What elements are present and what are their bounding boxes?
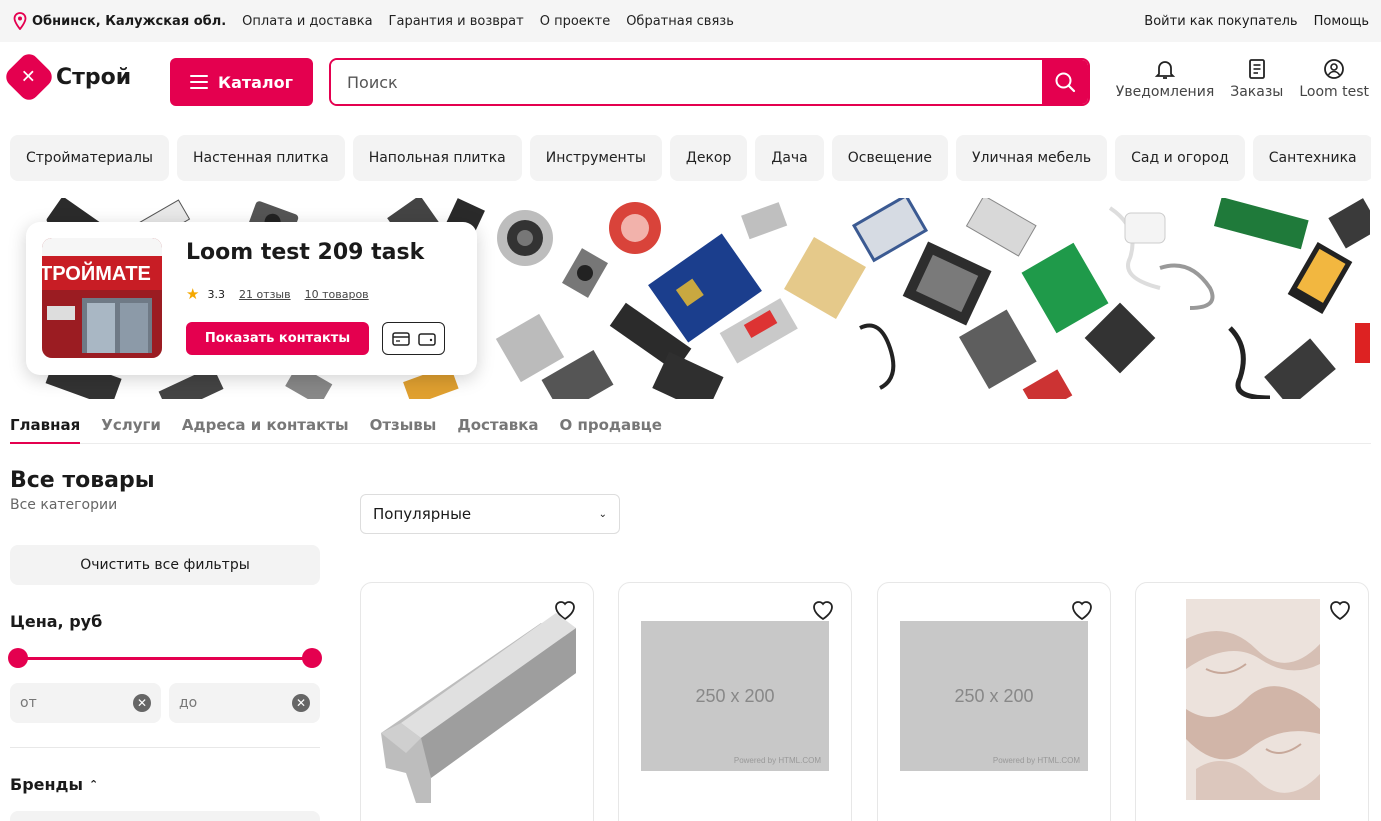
menu-icon xyxy=(189,75,208,89)
placeholder-image: 250 x 200 Powered by HTML.COM xyxy=(641,621,829,771)
store-meta: ★ 3.3 21 отзыв 10 товаров xyxy=(186,285,369,303)
category-chip[interactable]: Сантехника xyxy=(1252,135,1371,181)
login-link[interactable]: Войти как покупатель xyxy=(1144,14,1297,29)
clear-icon[interactable]: ✕ xyxy=(133,694,151,712)
product-card[interactable]: 250 x 200 Powered by HTML.COM xyxy=(618,582,852,821)
category-chip[interactable]: Декор xyxy=(669,135,748,181)
search-input[interactable] xyxy=(331,60,1042,104)
wallet-icon xyxy=(417,332,436,346)
search-icon xyxy=(1055,72,1076,93)
notifications-label: Уведомления xyxy=(1115,84,1215,100)
store-card: ТРОЙМАТЕ Loom test 209 task ★ 3.3 21 отз… xyxy=(26,222,477,375)
show-contacts-button[interactable]: Показать контакты xyxy=(186,322,369,355)
card-icon xyxy=(391,331,410,346)
sort-selected-value: Популярные xyxy=(373,505,472,523)
category-chip[interactable]: Напольная плитка xyxy=(352,135,522,181)
heart-icon[interactable] xyxy=(1328,599,1352,621)
location-selector[interactable]: Обнинск, Калужская обл. xyxy=(12,12,226,30)
placeholder-powered-text: Powered by HTML.COM xyxy=(733,756,821,765)
placeholder-image: 250 x 200 Powered by HTML.COM xyxy=(900,621,1088,771)
store-name: Loom test 209 task xyxy=(186,240,425,265)
price-slider-min-handle[interactable] xyxy=(8,648,28,668)
placeholder-powered-text: Powered by HTML.COM xyxy=(992,756,1080,765)
tab-reviews[interactable]: Отзывы xyxy=(370,416,437,444)
product-card[interactable] xyxy=(360,582,594,821)
link-feedback[interactable]: Обратная связь xyxy=(626,14,734,29)
category-subtitle[interactable]: Все категории xyxy=(10,497,117,513)
reviews-link[interactable]: 21 отзыв xyxy=(239,288,291,301)
tab-main[interactable]: Главная xyxy=(10,416,81,444)
catalog-label: Каталог xyxy=(217,72,293,92)
account-button[interactable]: Loom test xyxy=(1299,58,1369,100)
products-link[interactable]: 10 товаров xyxy=(305,288,369,301)
account-label: Loom test xyxy=(1299,84,1369,100)
star-icon: ★ xyxy=(186,285,200,303)
user-icon xyxy=(1324,59,1345,79)
sort-select[interactable]: Популярные ⌄ xyxy=(360,494,620,534)
orders-button[interactable]: Заказы xyxy=(1230,58,1283,100)
category-chip[interactable]: Освещение xyxy=(831,135,949,181)
product-card[interactable] xyxy=(1135,582,1369,821)
link-about-project[interactable]: О проекте xyxy=(540,14,611,29)
storefront-sign-text: ТРОЙМАТЕ xyxy=(42,261,151,285)
category-chip[interactable]: Сад и огород xyxy=(1115,135,1245,181)
page-title: Все товары xyxy=(10,468,155,493)
heart-icon[interactable] xyxy=(1070,599,1094,621)
location-pin-icon xyxy=(13,12,27,30)
storefront-image: ТРОЙМАТЕ xyxy=(42,238,162,358)
tab-services[interactable]: Услуги xyxy=(101,416,161,444)
chevron-up-icon: ⌃ xyxy=(88,778,99,791)
price-slider-max-handle[interactable] xyxy=(302,648,322,668)
top-bar: Обнинск, Калужская обл. Оплата и доставк… xyxy=(0,0,1381,42)
category-chip[interactable]: Инструменты xyxy=(529,135,662,181)
payment-methods xyxy=(382,322,445,355)
brands-filter-toggle[interactable]: Бренды ⌃ xyxy=(10,775,98,794)
bell-icon xyxy=(1154,61,1176,79)
metal-profile-image xyxy=(381,613,576,803)
product-card[interactable]: 250 x 200 Powered by HTML.COM xyxy=(877,582,1111,821)
price-from-placeholder: от xyxy=(20,695,37,711)
placeholder-size-text: 250 x 200 xyxy=(954,685,1034,706)
help-link[interactable]: Помощь xyxy=(1314,14,1369,29)
price-slider-track[interactable] xyxy=(18,657,312,660)
price-filter-title: Цена, руб xyxy=(10,612,103,631)
store-rating: 3.3 xyxy=(207,287,225,301)
tools-logo-icon: ✕ xyxy=(2,50,56,104)
tab-about-seller[interactable]: О продавце xyxy=(560,416,662,444)
category-chips: Стройматериалы Настенная плитка Напольна… xyxy=(10,135,1371,181)
orders-label: Заказы xyxy=(1230,84,1284,100)
search-button[interactable] xyxy=(1042,60,1088,104)
store-photo: ТРОЙМАТЕ xyxy=(42,238,162,358)
heart-icon[interactable] xyxy=(811,599,835,621)
link-warranty-return[interactable]: Гарантия и возврат xyxy=(389,14,524,29)
location-text: Обнинск, Калужская обл. xyxy=(32,13,227,29)
clear-icon[interactable]: ✕ xyxy=(292,694,310,712)
tab-delivery[interactable]: Доставка xyxy=(457,416,538,444)
category-chip[interactable]: Дача xyxy=(755,135,824,181)
category-chip[interactable]: Уличная мебель xyxy=(956,135,1108,181)
header: ✕ Строй Каталог Уведомления Заказы Loom … xyxy=(0,42,1381,122)
brand-search-field[interactable] xyxy=(10,811,320,821)
tab-addresses[interactable]: Адреса и контакты xyxy=(182,416,349,444)
divider xyxy=(10,747,320,748)
price-to-field[interactable]: до ✕ xyxy=(169,683,320,723)
placeholder-size-text: 250 x 200 xyxy=(695,685,775,706)
category-chip[interactable]: Настенная плитка xyxy=(176,135,345,181)
price-from-field[interactable]: от ✕ xyxy=(10,683,161,723)
marble-tile-image xyxy=(1186,599,1320,800)
clear-filters-button[interactable]: Очистить все фильтры xyxy=(10,545,320,585)
logo-text: Строй xyxy=(56,64,132,90)
store-tabs: Главная Услуги Адреса и контакты Отзывы … xyxy=(10,416,1371,444)
catalog-button[interactable]: Каталог xyxy=(170,58,313,106)
chevron-down-icon: ⌄ xyxy=(598,508,607,520)
category-chip[interactable]: Стройматериалы xyxy=(10,135,169,181)
notifications-button[interactable]: Уведомления xyxy=(1116,58,1214,100)
price-to-placeholder: до xyxy=(179,695,198,711)
search-bar xyxy=(329,58,1090,106)
link-payment-delivery[interactable]: Оплата и доставка xyxy=(242,14,372,29)
logo[interactable]: ✕ Строй xyxy=(2,50,132,104)
brands-title: Бренды xyxy=(10,775,83,794)
document-icon xyxy=(1248,59,1265,79)
